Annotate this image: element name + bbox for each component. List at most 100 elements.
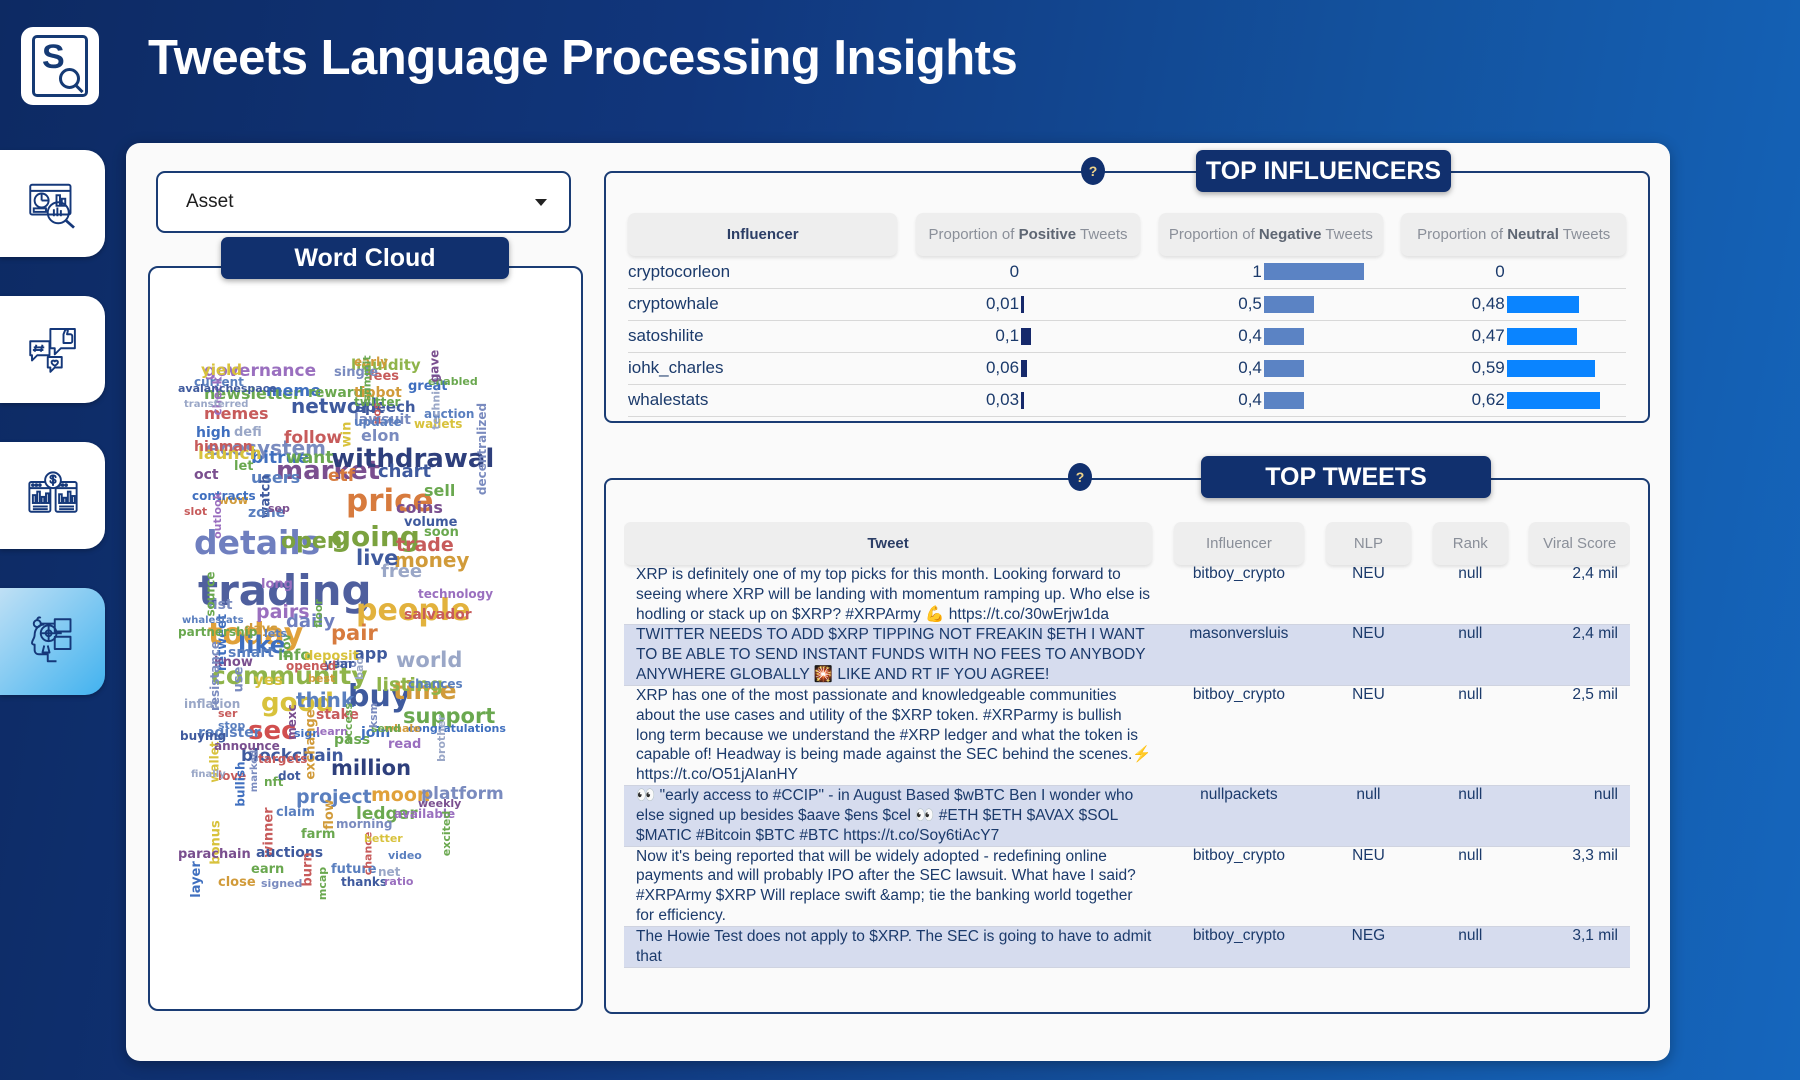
page-title: Tweets Language Processing Insights [148,31,1018,85]
word-cloud-term: oct [194,467,219,483]
top-tweets-title: TOP TWEETS [1201,456,1491,498]
table-row[interactable]: Now it's being reported that will be wid… [624,846,1630,927]
word-cloud-term: defi [234,425,262,440]
table-row[interactable]: XRP has one of the most passionate and k… [624,685,1630,787]
table-row[interactable]: whalestats 0,03 0,4 0,62 [628,384,1626,417]
column-header-nlp[interactable]: NLP [1325,522,1412,565]
word-cloud-term: close [218,875,256,890]
tweet-nlp: NEU [1325,624,1412,686]
chevron-down-icon [535,198,547,206]
table-row[interactable]: cryptowhale 0,01 0,5 0,48 [628,288,1626,321]
table-row[interactable]: iohk_charles 0,06 0,4 0,59 [628,352,1626,385]
word-cloud-term: flow [321,799,337,830]
proportion-bar [1021,391,1025,409]
proportion-value: 0,48 [1471,294,1505,313]
table-header-row: Influencer Proportion of Positive Tweets… [628,213,1626,256]
spacer-cell [1304,846,1326,927]
tweet-viral-score: 2,4 mil [1529,624,1630,686]
word-cloud-term: targets [258,752,308,766]
word-cloud-term: claim [276,805,315,820]
proportion-cell: 0,01 [915,288,1141,321]
spacer-cell [1508,565,1530,626]
proportion-bar [1506,327,1578,345]
spacer-cell [1411,565,1433,626]
word-cloud-term: lets [264,627,288,640]
table-row[interactable]: The Howie Test does not apply to $XRP. T… [624,926,1630,968]
sidebar-item-dashboard-analytics[interactable] [0,150,105,257]
column-header-viral-score[interactable]: Viral Score [1529,522,1630,565]
tweet-rank: null [1432,685,1509,787]
column-header-positive[interactable]: Proportion of Positive Tweets [915,213,1141,256]
ai-head-icon [30,615,71,662]
word-cloud-term: mcap [316,866,330,901]
sidebar-item-nlp-insights[interactable] [0,588,105,695]
word-cloud-term: free [381,561,423,582]
table-row[interactable]: TWITTER NEEDS TO ADD $XRP TIPPING NOT FR… [624,624,1630,686]
table-row[interactable]: XRP is definitely one of my top picks fo… [624,565,1630,626]
tweet-influencer: bitboy_crypto [1173,926,1305,968]
table-row[interactable]: cryptocorleon 0 1 0 [628,256,1626,289]
proportion-bar [1263,391,1304,409]
word-cloud-term: decentralized [475,402,490,496]
proportion-cell: 0 [1401,256,1626,289]
word-cloud-term: sell [424,481,456,500]
sidebar-item-market-finance[interactable] [0,442,105,549]
asset-select[interactable]: Asset [156,171,571,233]
column-header-influencer[interactable]: Influencer [628,213,898,256]
tweet-viral-score: 3,3 mil [1529,846,1630,927]
word-cloud-term: signed [261,877,303,890]
top-tweets-help-icon[interactable]: ? [1068,463,1092,491]
tweet-viral-score: 3,1 mil [1529,926,1630,968]
word-cloud-term: use [231,666,247,693]
word-cloud-term: outlook [210,492,224,539]
word-cloud-term: slot [184,505,208,518]
table-row[interactable]: 👀 "early access to #CCIP" - in August Ba… [624,785,1630,847]
proportion-cell: 0,03 [915,384,1141,417]
proportion-bar [1263,359,1304,377]
column-header-tweet[interactable]: Tweet [624,522,1153,565]
word-cloud-term: salvador [404,607,472,623]
influencer-name: whalestats [628,384,898,417]
proportion-value: 0,01 [985,294,1020,313]
column-header-rank[interactable]: Rank [1432,522,1509,565]
sidebar [0,150,105,734]
word-cloud-term: bullish [233,761,248,807]
sidebar-item-social-sentiment[interactable] [0,296,105,403]
word-cloud-term: morning [336,817,393,831]
spacer-cell [1152,624,1174,686]
word-cloud-term: excited [440,810,454,857]
tweet-text: XRP is definitely one of my top picks fo… [624,565,1153,626]
word-cloud-term: yes [254,671,283,689]
column-header-negative[interactable]: Proportion of Negative Tweets [1158,213,1384,256]
proportion-bar [1021,295,1025,313]
spacer-cell [1304,624,1326,686]
column-header-influencer[interactable]: Influencer [1173,522,1305,565]
word-cloud-term: let [234,459,254,474]
column-header-neutral[interactable]: Proportion of Neutral Tweets [1401,213,1626,256]
proportion-bar [1506,295,1579,313]
tweet-nlp: NEU [1325,846,1412,927]
word-cloud-term: update [354,415,402,429]
word-cloud-term: coins [396,498,443,517]
top-influencers-help-icon[interactable]: ? [1081,157,1105,185]
proportion-bar [1263,263,1364,281]
word-cloud-term: transferred [184,399,249,410]
proportion-value: 0,4 [1238,358,1262,377]
proportion-value: 0,03 [985,390,1020,409]
top-tweets-table-wrap[interactable]: Tweet Influencer NLP Rank Viral Score XR… [624,522,1630,1012]
word-cloud-term: ratio [384,875,414,888]
proportion-value: 0,59 [1471,358,1505,377]
spacer-cell [1152,785,1174,847]
word-cloud-term: chart [378,461,432,482]
table-row[interactable]: satoshilite 0,1 0,4 0,47 [628,320,1626,353]
proportion-bar [1263,327,1304,345]
word-cloud-term: deposit [304,649,359,664]
word-cloud-term: weekly [418,797,462,810]
magnifier-icon [59,68,80,89]
top-influencers-title: TOP INFLUENCERS [1196,150,1451,192]
proportion-cell: 0,4 [1158,352,1384,385]
table-header-row: Tweet Influencer NLP Rank Viral Score [624,522,1630,565]
proportion-bar [1506,359,1596,377]
spacer-cell [1411,785,1433,847]
tweet-nlp: null [1325,785,1412,847]
